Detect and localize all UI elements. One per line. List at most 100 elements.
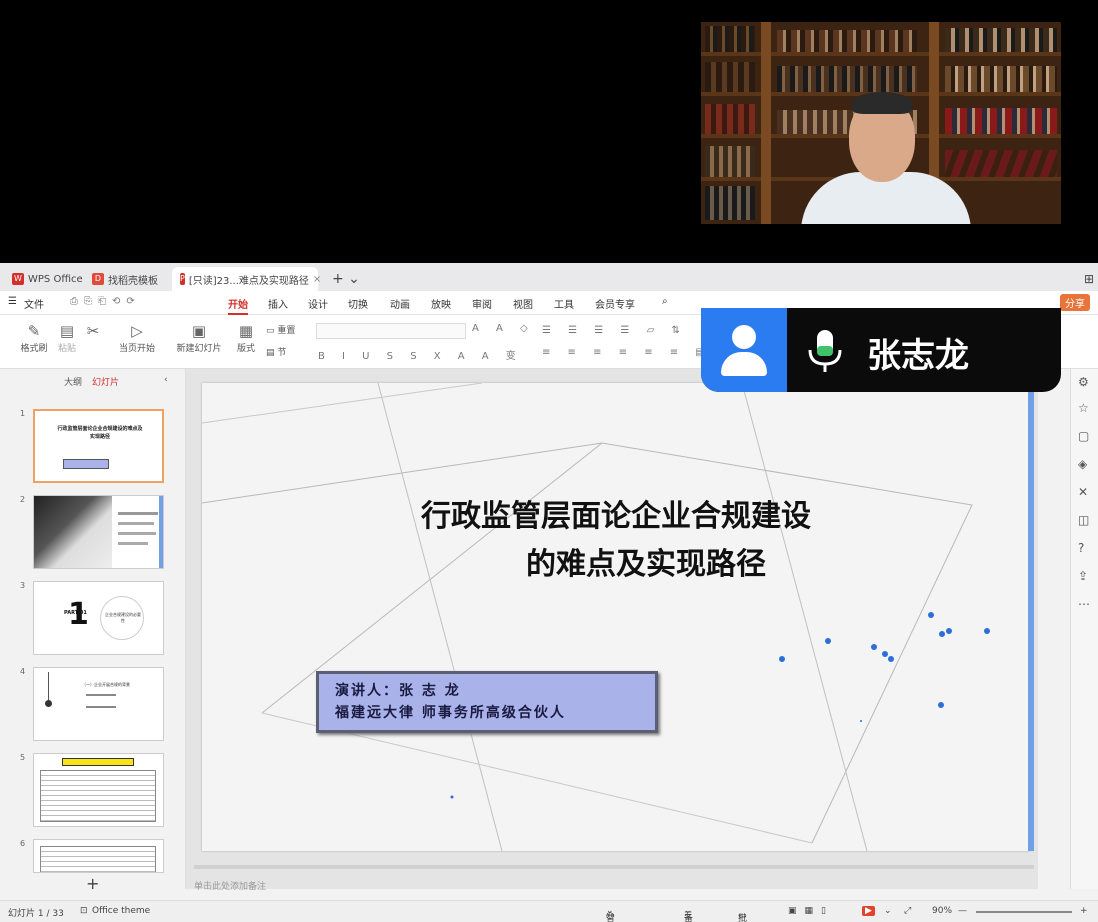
slideshow-dropdown-icon[interactable]: ⌄ bbox=[884, 906, 892, 916]
star-icon[interactable]: ☆ bbox=[1078, 401, 1089, 415]
thumb-speaker-box bbox=[63, 459, 109, 469]
thumb-number: 1 bbox=[20, 409, 26, 418]
microphone-icon bbox=[808, 330, 842, 372]
list-controls[interactable]: ☰ ☰ ☰ ☰ ▱ ⇅ bbox=[542, 325, 687, 336]
hamburger-icon[interactable]: ☰ bbox=[8, 296, 17, 307]
video-feed bbox=[701, 22, 1061, 224]
layout-button[interactable]: ▦ 版式 bbox=[232, 321, 260, 354]
cut-copy-icons[interactable]: ✂ bbox=[84, 321, 102, 341]
thumb-number: 2 bbox=[20, 495, 26, 504]
horizontal-scrollbar[interactable] bbox=[194, 865, 1034, 869]
slides-tab[interactable]: 幻灯片 bbox=[92, 375, 119, 388]
book-icon[interactable]: ◫ bbox=[1078, 513, 1089, 527]
section-icon: ▤ bbox=[266, 348, 278, 358]
notes-input[interactable]: 单击此处添加备注 bbox=[186, 879, 1038, 893]
more-icon[interactable]: ⋯ bbox=[1078, 597, 1090, 611]
zoom-in-button[interactable]: + bbox=[1080, 906, 1088, 916]
zoom-out-button[interactable]: — bbox=[958, 906, 967, 916]
fit-window-icon[interactable]: ⤢ bbox=[904, 906, 911, 916]
menu-view[interactable]: 视图 bbox=[513, 296, 533, 311]
shapes-icon[interactable]: ◈ bbox=[1078, 457, 1087, 471]
slide-editor: 行政监管层面论企业合规建设 的难点及实现路径 演讲人：张 志 龙 福建远大律 师… bbox=[186, 369, 1038, 889]
menu-review[interactable]: 审阅 bbox=[472, 296, 492, 311]
section-button[interactable]: ▤ 节 bbox=[266, 345, 302, 358]
thumb-edge bbox=[159, 496, 163, 568]
thumb-lamp-bulb bbox=[45, 700, 52, 707]
menu-slideshow[interactable]: 放映 bbox=[431, 296, 451, 311]
menu-animation[interactable]: 动画 bbox=[390, 296, 410, 311]
slide-thumb-5[interactable] bbox=[33, 753, 164, 827]
notes-button[interactable]: ☰ 备注 ⌄ bbox=[684, 906, 693, 922]
tab-presentation[interactable]: P [只读]23...难点及实现路径 × bbox=[172, 267, 321, 291]
transform-icon[interactable]: ✕ bbox=[1078, 485, 1088, 499]
thumb-number: 6 bbox=[20, 839, 26, 848]
thumb-line bbox=[118, 512, 158, 515]
comment-icon[interactable]: ▢ bbox=[1078, 429, 1089, 443]
close-tab-icon[interactable]: × bbox=[313, 274, 321, 285]
menu-home[interactable]: 开始 bbox=[228, 296, 248, 315]
new-tab-button[interactable]: + ⌄ bbox=[324, 267, 368, 291]
view-mode-icons[interactable]: ▣▦▯ bbox=[788, 906, 834, 916]
speaker-name: 演讲人：张 志 龙 bbox=[335, 683, 461, 699]
quick-access-icons[interactable]: ⎙⎘⎗⟲⟳ bbox=[70, 296, 141, 307]
share-button[interactable]: 分享 bbox=[1060, 294, 1090, 311]
theme-name: Office theme bbox=[92, 906, 151, 916]
thumb-text-box bbox=[40, 770, 156, 822]
menu-transition[interactable]: 切换 bbox=[348, 296, 368, 311]
thumb-title: 企业合规建设的必要性 bbox=[105, 612, 141, 623]
menu-membership[interactable]: 会员专享 bbox=[595, 296, 635, 311]
zoom-level[interactable]: 90% bbox=[932, 906, 952, 916]
play-current-button[interactable]: ▷ 当页开始 bbox=[114, 321, 160, 354]
wps-logo-icon: W bbox=[12, 273, 24, 285]
scissors-icon: ✂ bbox=[86, 322, 100, 340]
slide-thumb-4[interactable]: （一）企业开展合规的背景 bbox=[33, 667, 164, 741]
slideshow-play-button[interactable]: ▶ bbox=[862, 906, 875, 916]
thumb-title: （一）企业开展合规的背景 bbox=[82, 682, 130, 687]
menu-design[interactable]: 设计 bbox=[308, 296, 328, 311]
add-slide-button[interactable]: + bbox=[86, 874, 99, 893]
menu-file[interactable]: 文件 bbox=[24, 296, 44, 311]
tab-wps-office[interactable]: W WPS Office bbox=[4, 267, 91, 291]
menu-tools[interactable]: 工具 bbox=[554, 296, 574, 311]
slide-thumbnail-panel: 大纲 幻灯片 ‹ 1 行政监管层面论企业合规建设的难点及实现路径 2 3 1 P… bbox=[0, 369, 186, 893]
tab-label: [只读]23...难点及实现路径 bbox=[188, 275, 309, 287]
new-slide-button[interactable]: ▣ 新建幻灯片 bbox=[172, 321, 226, 354]
thumb-number: 5 bbox=[20, 753, 26, 762]
participant-avatar bbox=[701, 308, 787, 392]
reset-button[interactable]: ▭ 重置 bbox=[266, 323, 302, 336]
menu-insert[interactable]: 插入 bbox=[268, 296, 288, 311]
tools-icon[interactable]: ⚙ bbox=[1078, 375, 1089, 389]
format-painter-label: 格式刷 bbox=[20, 344, 48, 354]
slide-thumb-6[interactable] bbox=[33, 839, 164, 873]
slide-thumb-1[interactable]: 行政监管层面论企业合规建设的难点及实现路径 bbox=[33, 409, 164, 483]
thumb-number: 3 bbox=[20, 581, 26, 590]
search-icon[interactable]: ⌕ bbox=[662, 296, 668, 307]
thumb-part-label: PART 01 bbox=[64, 610, 87, 616]
layout-icon: ▦ bbox=[238, 322, 254, 340]
slide-edge-accent bbox=[1028, 383, 1034, 851]
paste-button[interactable]: ▤ 粘贴 bbox=[54, 321, 80, 354]
text-format-controls[interactable]: B I U S S X A A 变 bbox=[318, 347, 523, 362]
layout-label: 版式 bbox=[236, 344, 255, 354]
outline-tab[interactable]: 大纲 bbox=[64, 375, 82, 388]
paste-label: 粘贴 bbox=[57, 344, 76, 354]
help-icon[interactable]: ? bbox=[1078, 541, 1084, 555]
slide-thumb-2[interactable] bbox=[33, 495, 164, 569]
slide-thumb-3[interactable]: 1 PART 01 企业合规建设的必要性 bbox=[33, 581, 164, 655]
share-icon[interactable]: ⇪ bbox=[1078, 569, 1088, 583]
thumb-lamp bbox=[48, 672, 49, 702]
play-current-label: 当页开始 bbox=[118, 344, 155, 354]
collapse-panel-icon[interactable]: ‹ bbox=[164, 375, 168, 385]
current-slide[interactable]: 行政监管层面论企业合规建设 的难点及实现路径 演讲人：张 志 龙 福建远大律 师… bbox=[202, 383, 1030, 851]
zoom-slider[interactable] bbox=[976, 911, 1072, 913]
font-size-controls[interactable]: A A ◇ bbox=[472, 323, 535, 334]
font-name-input[interactable] bbox=[316, 323, 466, 339]
tab-docer[interactable]: D 找稻壳模板 bbox=[84, 267, 166, 291]
format-painter-button[interactable]: ✎ 格式刷 bbox=[18, 321, 50, 354]
window-grid-icon[interactable]: ⊞ bbox=[1076, 267, 1098, 291]
thumb-text-box bbox=[40, 846, 156, 872]
thumb-header-bar bbox=[62, 758, 134, 766]
smart-beautify-button[interactable]: ◷ 智能美化 ⌄ bbox=[606, 906, 615, 922]
notes-label: 备注 bbox=[684, 914, 694, 922]
slide-background-lines bbox=[202, 383, 990, 851]
